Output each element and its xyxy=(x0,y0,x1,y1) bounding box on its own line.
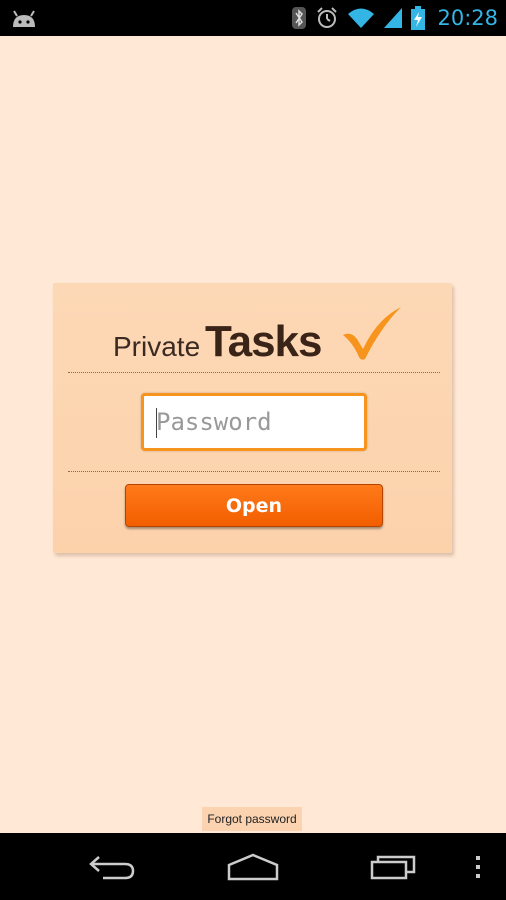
alarm-icon xyxy=(317,7,338,28)
back-button[interactable] xyxy=(84,847,140,887)
logo-private-text: Private xyxy=(113,331,201,362)
overflow-menu-button[interactable] xyxy=(468,847,488,887)
recent-apps-button[interactable] xyxy=(366,847,422,887)
logo-tasks-text: Tasks xyxy=(205,317,322,366)
login-card: Private Tasks Open xyxy=(53,283,452,553)
app-logo: Private Tasks xyxy=(113,307,403,366)
divider-top xyxy=(68,372,440,373)
status-time: 20:28 xyxy=(437,6,498,30)
battery-charging-icon xyxy=(411,6,426,30)
text-caret xyxy=(156,408,157,438)
forgot-password-link[interactable]: Forgot password xyxy=(202,807,302,831)
home-button[interactable] xyxy=(224,847,282,887)
android-icon xyxy=(13,10,35,27)
navigation-bar xyxy=(0,833,506,900)
signal-icon xyxy=(384,8,403,28)
bluetooth-icon xyxy=(292,7,307,29)
overflow-menu-icon xyxy=(476,856,480,878)
divider-bottom xyxy=(68,471,440,472)
home-icon xyxy=(227,853,279,881)
password-input[interactable] xyxy=(144,396,364,448)
recent-apps-icon xyxy=(370,855,416,880)
wifi-icon xyxy=(348,8,375,28)
open-button[interactable]: Open xyxy=(125,484,383,527)
status-bar: 20:28 xyxy=(0,0,506,36)
password-field[interactable] xyxy=(141,393,367,451)
back-icon xyxy=(89,856,135,880)
checkmark-icon xyxy=(343,307,401,360)
